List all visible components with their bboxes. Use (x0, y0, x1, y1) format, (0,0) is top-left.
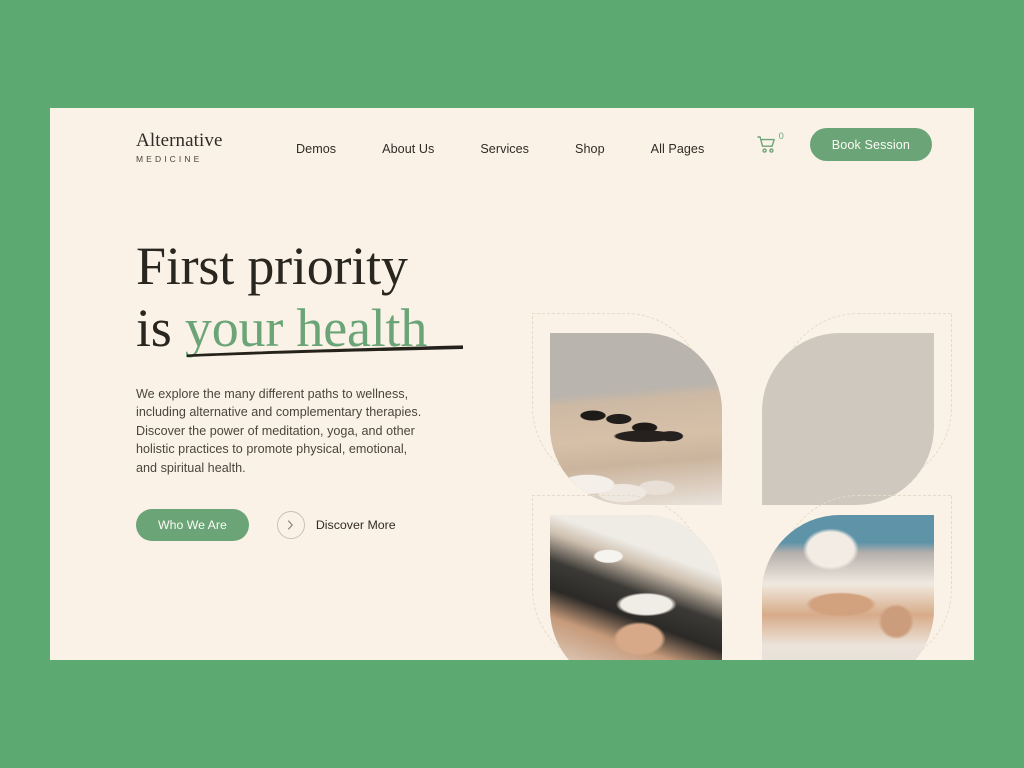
headline-line-2: is your health (136, 297, 496, 359)
leg-massage-therapy-photo (762, 515, 934, 660)
shopping-cart-icon (757, 135, 778, 159)
site-logo[interactable]: Alternative MEDICINE (136, 131, 286, 165)
site-header: Alternative MEDICINE Demos About Us Serv… (50, 108, 974, 188)
headline-line-1: First priority (136, 236, 408, 296)
nav-item-services[interactable]: Services (457, 138, 552, 160)
nav-item-demos[interactable]: Demos (296, 138, 359, 160)
nav-item-shop[interactable]: Shop (552, 138, 628, 160)
headline-accent-text: your health (184, 298, 428, 358)
logo-primary-text: Alternative (136, 130, 223, 151)
page-title: First priority is your health (136, 235, 496, 359)
nav-item-about-us[interactable]: About Us (359, 138, 457, 160)
hot-stone-massage-photo (550, 333, 722, 505)
page-root: Alternative MEDICINE Demos About Us Serv… (0, 0, 1024, 768)
cart-button[interactable]: 0 (757, 130, 784, 159)
gallery-tile-leg-massage[interactable] (762, 495, 952, 660)
chevron-right-icon (276, 511, 305, 540)
hero-paragraph: We explore the many different paths to w… (136, 387, 422, 475)
gallery-tile-hot-stone[interactable] (532, 313, 722, 505)
gallery-tile-facial[interactable] (532, 495, 722, 660)
nav-item-all-pages[interactable]: All Pages (628, 138, 728, 160)
who-we-are-button[interactable]: Who We Are (136, 509, 249, 542)
hero-image-gallery (490, 203, 952, 660)
main-navigation: Demos About Us Services Shop All Pages (296, 138, 727, 160)
book-session-button[interactable]: Book Session (809, 128, 932, 161)
cart-count-badge: 0 (778, 131, 784, 141)
hero-cta-row: Who We Are Discover More (136, 509, 496, 542)
logo-secondary-text: MEDICINE (136, 154, 203, 164)
hero-card: Alternative MEDICINE Demos About Us Serv… (50, 108, 974, 660)
hero-content: First priority is your health We explore… (136, 235, 496, 542)
headline-line-2-prefix: is (136, 298, 185, 358)
gallery-tile-aromatherapy[interactable] (762, 313, 952, 505)
discover-more-label: Discover More (315, 518, 396, 533)
facial-treatment-photo (550, 515, 722, 660)
aromatherapy-oil-massage-photo (762, 333, 934, 505)
discover-more-link[interactable]: Discover More (276, 511, 396, 540)
header-actions: 0 Book Session (757, 128, 932, 161)
